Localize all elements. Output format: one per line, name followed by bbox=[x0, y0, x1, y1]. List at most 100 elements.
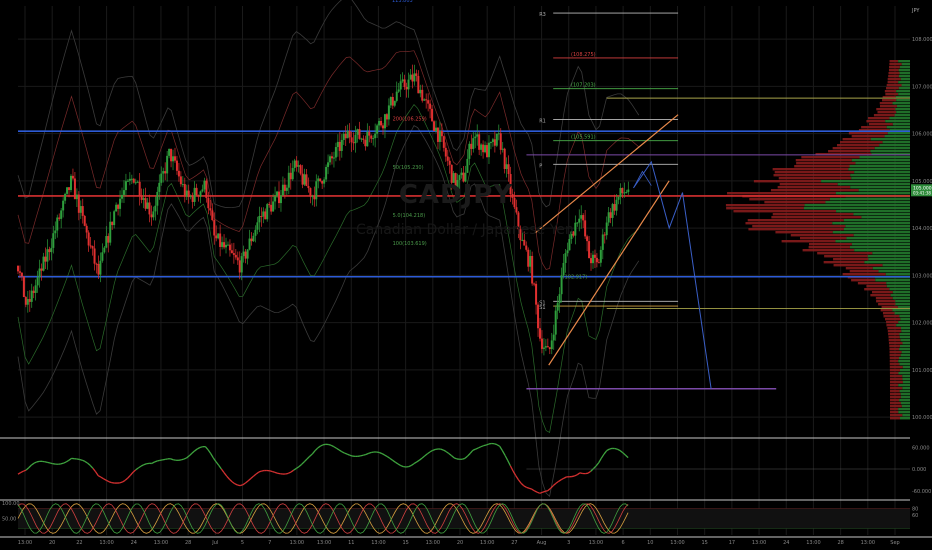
candle-body bbox=[87, 232, 90, 246]
profile-bar-sell bbox=[888, 72, 900, 75]
rsi-segment bbox=[520, 482, 525, 487]
profile-bar-buy bbox=[886, 282, 910, 285]
candle-body bbox=[497, 133, 500, 135]
price-chart[interactable]: R3(108.275)(107.203)R1(105.591)PS1S1200(… bbox=[0, 0, 932, 550]
candle-body bbox=[71, 175, 74, 179]
candle-body bbox=[446, 156, 449, 161]
pivot-label: R3 bbox=[539, 12, 546, 18]
rsi-segment bbox=[154, 460, 158, 463]
candle-body bbox=[538, 328, 541, 339]
time-tick-label: 13:00 bbox=[861, 540, 875, 546]
rsi-segment bbox=[360, 454, 364, 457]
rsi-segment bbox=[277, 472, 281, 475]
candle-body bbox=[46, 249, 49, 262]
candle-body bbox=[242, 251, 245, 257]
rsi-segment bbox=[191, 450, 196, 454]
candle-body bbox=[301, 173, 304, 185]
candle-body bbox=[517, 212, 520, 230]
profile-bar-buy bbox=[902, 414, 910, 417]
candle-body bbox=[366, 131, 369, 147]
time-tick-label: 13:00 bbox=[154, 540, 168, 546]
profile-bar-sell bbox=[889, 360, 899, 363]
rsi-segment bbox=[552, 482, 557, 487]
candle-body bbox=[152, 211, 155, 218]
profile-bar-sell bbox=[726, 207, 804, 210]
profile-bar-buy bbox=[896, 99, 910, 102]
candle-body bbox=[276, 191, 279, 197]
profile-bar-sell bbox=[889, 387, 903, 390]
profile-bar-sell bbox=[889, 417, 900, 420]
profile-bar-sell bbox=[832, 147, 875, 150]
candle-body bbox=[434, 127, 437, 131]
candle-body bbox=[403, 79, 406, 87]
candlestick-series bbox=[17, 64, 630, 356]
rsi-segment bbox=[103, 478, 107, 481]
rsi-segment bbox=[462, 457, 466, 460]
profile-bar-buy bbox=[898, 360, 910, 363]
time-tick-label: 17 bbox=[729, 540, 735, 546]
profile-bar-buy bbox=[887, 132, 910, 135]
profile-bar-buy bbox=[892, 297, 910, 300]
profile-bar-sell bbox=[849, 270, 879, 273]
rsi-segment bbox=[156, 459, 160, 462]
candle-body bbox=[291, 168, 294, 180]
profile-bar-buy bbox=[900, 327, 910, 330]
candle-body bbox=[166, 155, 169, 174]
candle-body bbox=[173, 156, 176, 161]
candle-body bbox=[330, 156, 333, 159]
profile-bar-buy bbox=[850, 174, 910, 177]
candle-body bbox=[525, 245, 528, 250]
profile-bar-sell bbox=[833, 258, 869, 261]
rsi-segment bbox=[464, 455, 468, 459]
candle-body bbox=[556, 303, 559, 311]
profile-bar-buy bbox=[899, 72, 910, 75]
rsi-segment bbox=[346, 453, 351, 456]
time-tick-label: 13:00 bbox=[806, 540, 820, 546]
candle-body bbox=[187, 190, 190, 198]
candle-body bbox=[387, 105, 390, 120]
candle-body bbox=[427, 100, 430, 104]
candle-body bbox=[168, 148, 171, 156]
profile-bar-buy bbox=[849, 246, 910, 249]
rsi-segment bbox=[242, 482, 246, 486]
profile-bar-buy bbox=[843, 219, 910, 222]
profile-bar-buy bbox=[875, 279, 910, 282]
candle-body bbox=[480, 144, 483, 150]
profile-bar-sell bbox=[889, 354, 901, 357]
candle-body bbox=[470, 143, 473, 149]
rsi-segment bbox=[84, 460, 88, 464]
rsi-segment bbox=[314, 447, 319, 452]
candle-body bbox=[89, 245, 92, 247]
profile-bar-buy bbox=[889, 117, 910, 120]
profile-bar-buy bbox=[899, 66, 910, 69]
price-tick-label: 103.000 bbox=[912, 273, 932, 279]
rsi-segment bbox=[274, 471, 278, 474]
ma-label: 200(106.259) bbox=[393, 116, 427, 122]
profile-bar-buy bbox=[846, 237, 910, 240]
time-tick-label: 10 bbox=[647, 540, 653, 546]
rsi-segment bbox=[63, 461, 67, 464]
profile-bar-buy bbox=[848, 168, 910, 171]
rsi-segment bbox=[363, 453, 367, 456]
candle-body bbox=[454, 173, 457, 190]
candle-body bbox=[603, 234, 606, 236]
candle-body bbox=[150, 214, 153, 218]
candle-body bbox=[593, 254, 596, 258]
candle-body bbox=[336, 141, 339, 148]
time-tick-label: 13:00 bbox=[317, 540, 331, 546]
candle-body bbox=[307, 186, 310, 189]
profile-bar-buy bbox=[851, 243, 910, 246]
profile-bar-sell bbox=[876, 108, 896, 111]
profile-bar-buy bbox=[884, 135, 910, 138]
pivot-price: (107.203) bbox=[571, 83, 596, 89]
profile-bar-sell bbox=[770, 189, 859, 192]
candle-body bbox=[323, 179, 326, 184]
candle-body bbox=[413, 73, 416, 82]
candle-body bbox=[489, 142, 492, 144]
candle-body bbox=[69, 175, 72, 191]
profile-bar-buy bbox=[901, 84, 910, 87]
rsi-segment bbox=[443, 449, 447, 453]
profile-bar-sell bbox=[877, 111, 897, 114]
rsi-segment bbox=[124, 477, 129, 481]
profile-bar-buy bbox=[879, 144, 910, 147]
